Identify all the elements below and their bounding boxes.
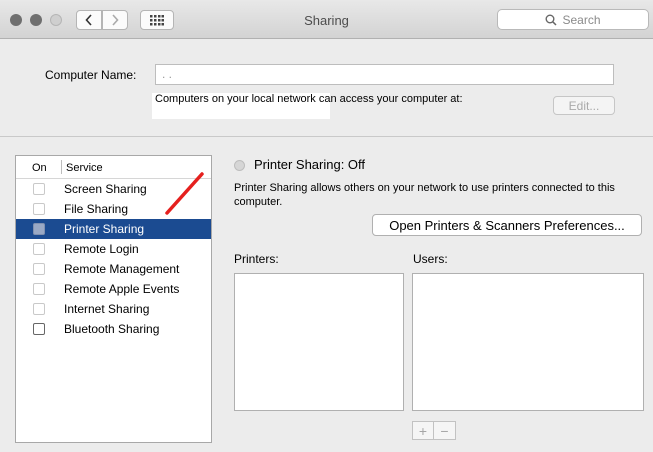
service-row-internet-sharing[interactable]: Internet Sharing [16,299,211,319]
service-row-remote-management[interactable]: Remote Management [16,259,211,279]
service-checkbox[interactable] [33,223,45,235]
service-label: File Sharing [64,202,129,216]
remove-user-button[interactable]: − [434,421,456,440]
service-checkbox[interactable] [33,303,45,315]
header-on[interactable]: On [32,162,47,174]
service-label: Printer Sharing [64,222,145,236]
red-annotation-mark [165,172,204,215]
printers-list[interactable] [234,273,404,411]
service-label: Screen Sharing [64,182,147,196]
computer-name-field[interactable]: . . [155,64,614,85]
service-checkbox[interactable] [33,203,45,215]
section-divider [0,136,653,137]
printers-label: Printers: [234,252,279,266]
status-indicator-icon [234,160,245,171]
service-checkbox[interactable] [33,183,45,195]
service-label: Bluetooth Sharing [64,322,160,336]
service-label: Remote Login [64,242,139,256]
service-row-printer-sharing[interactable]: Printer Sharing [16,219,211,239]
sharing-description: Printer Sharing allows others on your ne… [234,182,615,208]
users-label: Users: [413,252,448,266]
service-checkbox[interactable] [33,263,45,275]
service-row-remote-apple-events[interactable]: Remote Apple Events [16,279,211,299]
open-printers-prefs-button[interactable]: Open Printers & Scanners Preferences... [372,214,642,236]
service-row-bluetooth-sharing[interactable]: Bluetooth Sharing [16,319,211,339]
network-info-text: Computers on your local network can acce… [155,93,463,105]
edit-button[interactable]: Edit... [553,96,615,115]
service-label: Remote Apple Events [64,282,180,296]
header-separator [61,160,62,174]
service-checkbox[interactable] [33,243,45,255]
computer-name-label: Computer Name: [45,68,137,82]
add-user-button[interactable]: + [412,421,434,440]
search-field[interactable]: Search [497,9,649,30]
service-checkbox[interactable] [33,323,45,335]
header-service[interactable]: Service [66,162,103,174]
service-label: Internet Sharing [64,302,150,316]
search-placeholder: Search [562,12,601,27]
search-icon [545,14,558,26]
users-list[interactable] [412,273,644,411]
network-info-box: Computers on your local network can acce… [152,93,463,119]
title-bar: Sharing Search [0,0,653,39]
service-checkbox[interactable] [33,283,45,295]
sharing-status: Printer Sharing: Off [254,157,366,172]
service-row-remote-login[interactable]: Remote Login [16,239,211,259]
service-label: Remote Management [64,262,180,276]
